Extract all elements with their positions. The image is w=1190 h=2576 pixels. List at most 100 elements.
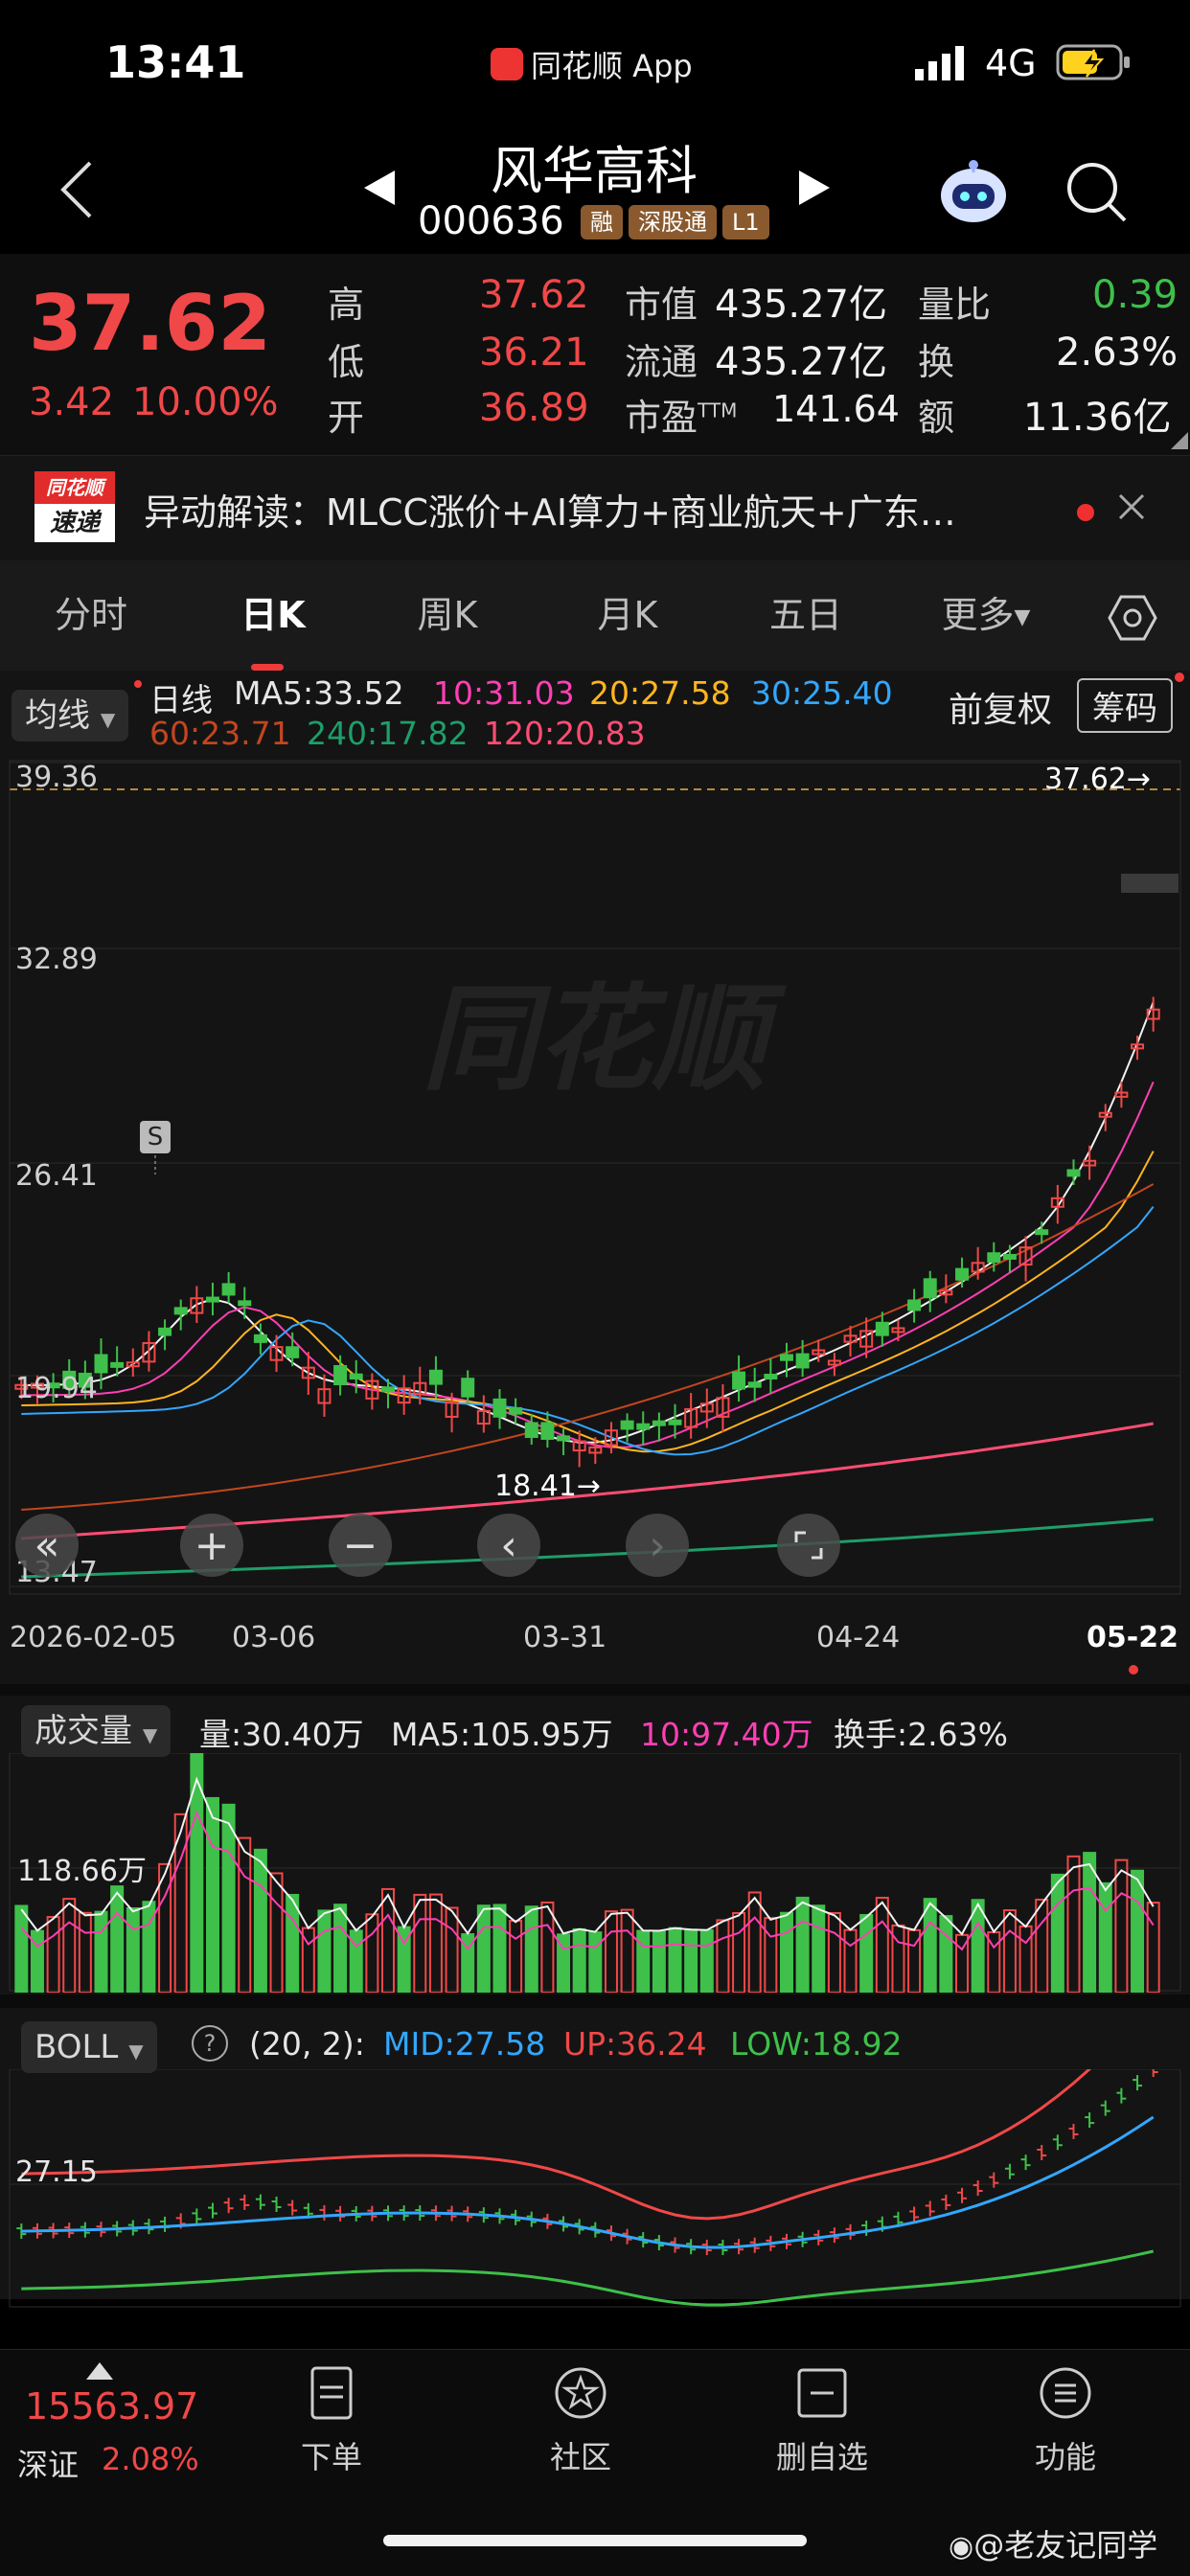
boll-up: UP:36.24 (563, 2025, 707, 2063)
pe-label: 市盈TTM (625, 397, 738, 439)
open-label: 开 (328, 397, 365, 439)
volume-now: 量:30.40万 (199, 1716, 364, 1753)
price-tag-shadow (1121, 874, 1179, 893)
volume-bar (812, 1904, 826, 1993)
help-icon[interactable]: ? (192, 2025, 228, 2062)
candle-body (492, 1398, 507, 1418)
candle-body (1002, 1253, 1017, 1260)
volume-selector[interactable]: 成交量 ▼ (21, 1705, 172, 1757)
volume-bar (1131, 1869, 1145, 1993)
index-value[interactable]: 15563.97 (25, 2385, 198, 2428)
tag-margin: 融 (581, 205, 623, 239)
volume-bar (1050, 1873, 1064, 1993)
scroll-left-icon[interactable]: ‹ (477, 1514, 540, 1577)
high-value: 37.62 (479, 273, 589, 317)
volume-chart[interactable] (0, 1753, 1190, 1993)
candle-body (557, 1435, 571, 1442)
robot-assistant-icon[interactable] (937, 157, 1010, 230)
tab-monthly-k[interactable]: 月K (565, 560, 690, 671)
candle-body (747, 1381, 762, 1388)
x-label-2: 03-06 (232, 1621, 316, 1654)
boll-y-label: 27.15 (15, 2155, 98, 2189)
candle-body (620, 1420, 634, 1430)
chips-button[interactable]: 筹码 (1077, 678, 1173, 733)
candle-body (540, 1422, 555, 1440)
boll-selector[interactable]: BOLL ▼ (21, 2021, 157, 2073)
volume-bar (238, 1836, 252, 1993)
expand-corner-icon[interactable] (1171, 432, 1188, 453)
nav-remove-watchlist[interactable]: 删自选 (726, 2366, 918, 2477)
volume-bar (540, 1901, 555, 1993)
ma5-value: MA5:33.52 (234, 674, 404, 712)
signal-badge[interactable]: S (140, 1121, 171, 1153)
candle-body (524, 1422, 538, 1439)
volume-bar (875, 1896, 889, 1993)
volume-ma10: 10:97.40万 (640, 1716, 813, 1753)
volume-bar (1018, 1925, 1033, 1993)
settings-hexagon-icon[interactable] (1108, 595, 1157, 645)
high-label: 高 (328, 284, 365, 326)
volume-bar (126, 1906, 140, 1993)
adjust-mode[interactable]: 前复权 (949, 682, 1052, 732)
status-bar: 13:41 同花顺 App 4G (0, 0, 1190, 125)
price-change: 3.42 (29, 380, 115, 424)
volume-bar (1035, 1899, 1049, 1993)
volume-bar (14, 1904, 29, 1993)
tab-intraday[interactable]: 分时 (29, 560, 153, 671)
volume-bar (1098, 1881, 1112, 1993)
current-price: 37.62 (29, 279, 272, 368)
turnover-rate: 换手:2.63% (834, 1716, 1008, 1753)
close-icon[interactable] (1115, 490, 1148, 527)
tab-five-day[interactable]: 五日 (744, 560, 868, 671)
volume-bar (333, 1904, 348, 1993)
news-banner[interactable]: 同花顺 速递 异动解读：MLCC涨价+AI算力+商业航天+广东… (0, 455, 1190, 562)
volume-bar (732, 1911, 746, 1993)
tag-level: L1 (722, 205, 769, 239)
nav-community[interactable]: 社区 (485, 2366, 676, 2477)
candle-body (875, 1321, 889, 1336)
volume-bar (1146, 1902, 1160, 1993)
next-stock-icon[interactable] (797, 169, 832, 211)
quote-panel: 37.62 3.42 10.00% 高 37.62 低 36.21 开 36.8… (0, 254, 1190, 455)
update-dot (134, 680, 142, 688)
stock-header: 风华高科 000636 融 深股通 L1 (0, 125, 1190, 254)
home-indicator (383, 2535, 807, 2546)
nav-functions[interactable]: 功能 (970, 2366, 1161, 2477)
volume-bar (365, 1913, 379, 1993)
order-document-icon (305, 2366, 358, 2420)
tab-weekly-k[interactable]: 周K (385, 560, 510, 671)
scroll-right-icon[interactable]: › (626, 1514, 689, 1577)
nav-order[interactable]: 下单 (236, 2366, 427, 2477)
search-icon[interactable] (1064, 159, 1129, 228)
volume-bar (46, 1916, 60, 1993)
prev-stock-icon[interactable] (362, 169, 397, 211)
float-cap-label: 流通 (625, 341, 698, 383)
back-icon[interactable] (57, 159, 96, 224)
zoom-in-icon[interactable]: + (180, 1514, 243, 1577)
ma-selector[interactable]: 均线 ▼ (11, 690, 129, 741)
volume-bar (62, 1898, 77, 1993)
volume-bar (939, 1915, 953, 1993)
candle-body (173, 1307, 188, 1315)
pe-value: 141.64 (772, 388, 900, 430)
kline-title: 日线 (149, 681, 213, 718)
tab-more[interactable]: 更多▼ (924, 560, 1048, 671)
fullscreen-icon[interactable] (777, 1514, 840, 1577)
zoom-out-icon[interactable]: − (329, 1514, 392, 1577)
candle-body (94, 1354, 108, 1374)
rewind-icon[interactable]: « (15, 1514, 79, 1577)
y-label-3: 26.41 (15, 1159, 98, 1193)
battery-icon (1056, 42, 1133, 86)
weibo-logo-icon: ◉ (949, 2530, 974, 2564)
tab-daily-k[interactable]: 日K (211, 560, 335, 671)
chips-dot (1175, 672, 1184, 682)
candle-body (923, 1278, 937, 1299)
volume-bar (684, 1928, 698, 1993)
volume-bar (779, 1911, 793, 1993)
candle-body (381, 1386, 396, 1393)
app-switch-label[interactable]: 同花顺 App (491, 42, 693, 86)
boll-chart[interactable] (0, 2069, 1190, 2309)
chevron-down-icon: ▼ (100, 708, 116, 731)
candle-body (221, 1283, 236, 1296)
candle-body (907, 1299, 922, 1311)
